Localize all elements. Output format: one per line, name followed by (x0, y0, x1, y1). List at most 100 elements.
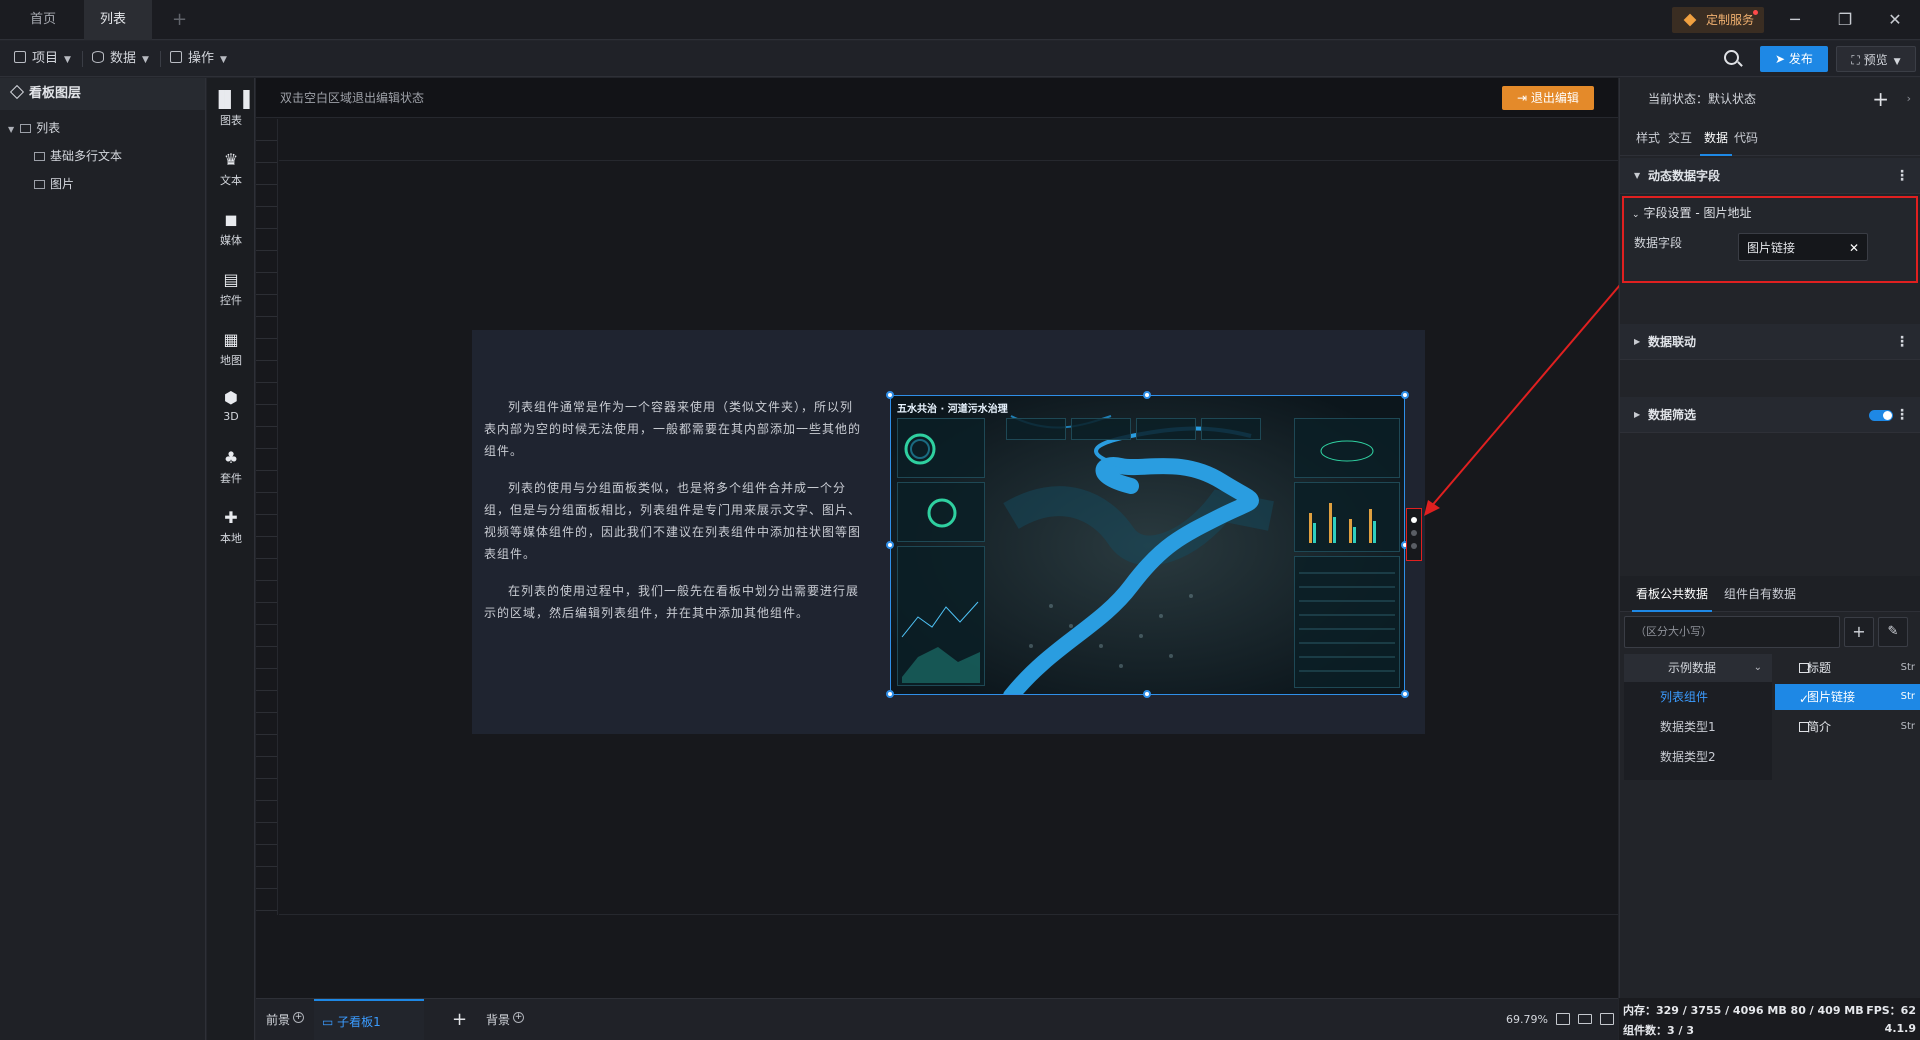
maximize-button[interactable]: ❐ (1820, 0, 1870, 40)
data-field-chip[interactable]: 图片链接 ✕ (1738, 233, 1868, 261)
bar-chart (1309, 503, 1376, 543)
checkbox-icon[interactable] (1799, 722, 1809, 732)
tab-list[interactable]: 列表 (84, 0, 152, 62)
component-text[interactable]: ♛ 文本 (207, 150, 255, 188)
tab-sub-board[interactable]: ▭ 子看板1 (314, 999, 424, 1040)
page-dot[interactable] (1411, 543, 1417, 549)
tab-background[interactable]: 背景 + (486, 999, 525, 1040)
source-item-list-component[interactable]: 列表组件 (1624, 684, 1772, 710)
page-dot-active[interactable] (1411, 517, 1417, 523)
component-kit[interactable]: ♣ 套件 (207, 448, 255, 486)
state-row: 当前状态：默认状态 + › (1620, 78, 1920, 120)
resize-handle[interactable] (886, 541, 894, 549)
tab-home[interactable]: 首页 (14, 0, 72, 40)
layer-item-list[interactable]: ▼ 列表 (0, 114, 205, 142)
menu-data[interactable]: 数据 ▼ (92, 41, 149, 77)
menu-bar: 项目 ▼ 数据 ▼ 操作 ▼ ➤ 发布 ⛶ 预览 ▼ (0, 41, 1920, 77)
exit-edit-button[interactable]: ⇥ 退出编辑 (1502, 86, 1594, 110)
more-icon[interactable]: ⋮ (1895, 397, 1909, 433)
text-icon: ♛ (223, 150, 239, 169)
left-ruler (256, 119, 278, 915)
chevron-right-icon[interactable]: › (1907, 78, 1911, 120)
zoom-level[interactable]: 69.79% (1506, 999, 1548, 1040)
fit-screen-icon[interactable] (1556, 1013, 1570, 1025)
field-item-image-link[interactable]: ✓ 图片链接 Str (1775, 684, 1920, 710)
tab-foreground[interactable]: 前景 + (266, 999, 305, 1040)
component-label: 地图 (220, 354, 242, 367)
exit-icon: ⇥ (1517, 91, 1531, 105)
field-item-intro[interactable]: 简介 Str (1775, 714, 1920, 740)
tab-interaction[interactable]: 交互 (1668, 120, 1692, 156)
add-tab-button[interactable]: + (156, 0, 203, 40)
field-settings-box: ⌄ 字段设置 - 图片地址 数据字段 图片链接 ✕ (1622, 196, 1918, 283)
toggle-knob (1883, 411, 1892, 420)
caret-down-icon: ▼ (8, 125, 15, 134)
component-label: 3D (223, 410, 239, 423)
tab-code[interactable]: 代码 (1734, 120, 1758, 156)
check-icon[interactable]: ✓ (1799, 686, 1809, 706)
keyboard-icon[interactable] (1578, 1014, 1592, 1024)
source-select-value: 示例数据 (1668, 661, 1717, 675)
add-circle-icon[interactable]: + (513, 1012, 525, 1023)
add-state-icon[interactable]: + (1872, 78, 1889, 120)
tab-public-data[interactable]: 看板公共数据 (1632, 576, 1713, 612)
minimize-button[interactable]: ─ (1770, 0, 1820, 40)
field-label: 简介 (1807, 720, 1832, 734)
close-window-button[interactable]: ✕ (1870, 0, 1920, 40)
terminal-icon[interactable] (1600, 1013, 1614, 1025)
image-component[interactable]: 五水共治 · 河道污水治理 (890, 395, 1405, 695)
layer-item-multiline-text[interactable]: 基础多行文本 (0, 142, 205, 170)
resize-handle[interactable] (886, 690, 894, 698)
chevron-down-icon: ▼ (64, 55, 71, 65)
tab-style[interactable]: 样式 (1636, 120, 1660, 156)
add-board-button[interactable]: + (452, 999, 467, 1040)
menu-operation[interactable]: 操作 ▼ (170, 41, 227, 77)
source-select[interactable]: 示例数据 ⌄ (1624, 654, 1772, 682)
menu-divider (160, 51, 161, 67)
widget-icon: ▤ (223, 270, 239, 289)
resize-handle[interactable] (1401, 690, 1409, 698)
component-chart[interactable]: ▐▌▐ 图表 (207, 90, 255, 128)
component-media[interactable]: ◼ 媒体 (207, 210, 255, 248)
field-settings-header[interactable]: ⌄ 字段设置 - 图片地址 (1632, 200, 1752, 228)
field-item-title[interactable]: 标题 Str (1775, 655, 1920, 681)
status-bar: 内存：329 / 3755 / 4096 MB 80 / 409 MB FPS：… (1619, 998, 1920, 1040)
resize-handle[interactable] (1143, 391, 1151, 399)
data-filter-toggle[interactable] (1869, 410, 1893, 421)
resize-handle[interactable] (886, 391, 894, 399)
data-filter-section[interactable]: ▶ 数据筛选 ⋮ (1620, 397, 1920, 433)
remove-icon[interactable]: ✕ (1849, 234, 1859, 262)
multiline-text-component[interactable]: 列表组件通常是作为一个容器来使用（类似文件夹），所以列表内部为空的时候无法使用，… (484, 396, 864, 639)
more-icon[interactable]: ⋮ (1895, 158, 1909, 194)
checkbox-icon[interactable] (1799, 663, 1809, 673)
source-item-type2[interactable]: 数据类型2 (1624, 744, 1772, 770)
preview-button[interactable]: ⛶ 预览 ▼ (1836, 46, 1916, 72)
layer-item-image[interactable]: 图片 (0, 170, 205, 198)
add-circle-icon[interactable]: + (293, 1012, 305, 1023)
custom-service-button[interactable]: 定制服务 (1672, 7, 1765, 33)
dynamic-fields-section[interactable]: ▼ 动态数据字段 ⋮ (1620, 158, 1920, 194)
ring-chart (927, 498, 957, 528)
annotation-arrow (1424, 284, 1621, 516)
resize-handle[interactable] (1401, 391, 1409, 399)
component-3d[interactable]: ⬢ 3D (207, 388, 255, 423)
component-label: 套件 (220, 472, 242, 485)
data-search-input[interactable]: （区分大小写） (1624, 616, 1840, 648)
resize-handle[interactable] (1143, 690, 1151, 698)
menu-project[interactable]: 项目 ▼ (14, 41, 71, 77)
data-linkage-section[interactable]: ▶ 数据联动 ⋮ (1620, 324, 1920, 360)
caret-right-icon: ▶ (1634, 337, 1641, 346)
edit-data-icon[interactable]: ✎ (1878, 617, 1908, 647)
component-local[interactable]: ✚ 本地 (207, 508, 255, 546)
page-dot[interactable] (1411, 530, 1417, 536)
chevron-down-icon: ▼ (1893, 57, 1901, 67)
add-data-button[interactable]: + (1844, 617, 1874, 647)
tab-own-data[interactable]: 组件自有数据 (1724, 576, 1796, 612)
component-widget[interactable]: ▤ 控件 (207, 270, 255, 308)
tab-data[interactable]: 数据 (1700, 120, 1733, 156)
publish-button[interactable]: ➤ 发布 (1760, 46, 1828, 72)
menu-operation-label: 操作 (188, 51, 215, 66)
component-map[interactable]: ▦ 地图 (207, 330, 255, 368)
source-item-type1[interactable]: 数据类型1 (1624, 714, 1772, 740)
more-icon[interactable]: ⋮ (1895, 324, 1909, 360)
